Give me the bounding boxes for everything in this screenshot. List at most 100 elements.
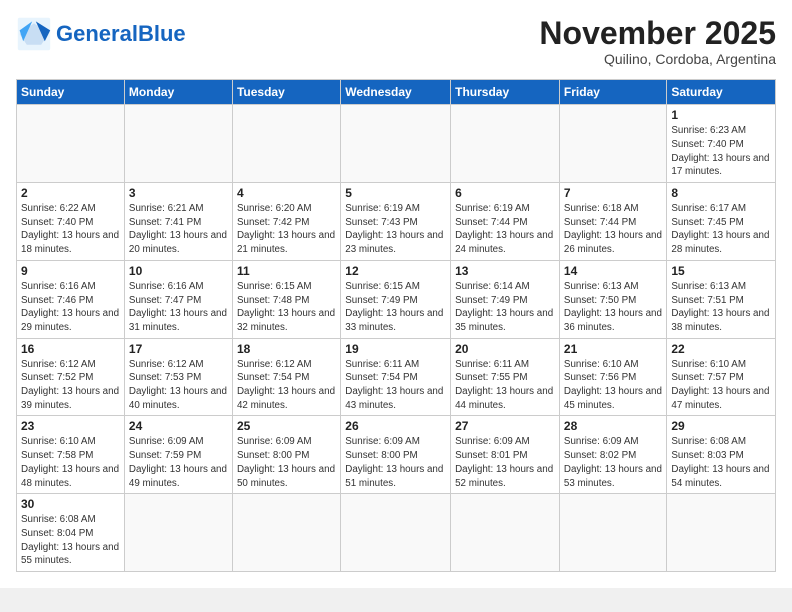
calendar-cell: 9Sunrise: 6:16 AM Sunset: 7:46 PM Daylig…	[17, 260, 125, 338]
day-number: 8	[671, 186, 771, 200]
day-number: 22	[671, 342, 771, 356]
calendar-cell: 2Sunrise: 6:22 AM Sunset: 7:40 PM Daylig…	[17, 183, 125, 261]
calendar-cell	[232, 105, 340, 183]
day-number: 5	[345, 186, 446, 200]
day-number: 18	[237, 342, 336, 356]
day-number: 19	[345, 342, 446, 356]
calendar-cell: 13Sunrise: 6:14 AM Sunset: 7:49 PM Dayli…	[451, 260, 560, 338]
calendar-cell: 6Sunrise: 6:19 AM Sunset: 7:44 PM Daylig…	[451, 183, 560, 261]
calendar-cell: 4 Sunrise: 6:20 AM Sunset: 7:42 PM Daylig…	[232, 183, 340, 261]
day-number: 27	[455, 419, 555, 433]
weekday-header-tuesday: Tuesday	[232, 80, 340, 105]
calendar-cell: 30 Sunrise: 6:08 AM Sunset: 8:04 PM Dayli…	[17, 494, 125, 572]
calendar-table: SundayMondayTuesdayWednesdayThursdayFrid…	[16, 79, 776, 572]
weekday-header-saturday: Saturday	[667, 80, 776, 105]
calendar-cell: 14Sunrise: 6:13 AM Sunset: 7:50 PM Dayli…	[559, 260, 666, 338]
calendar-cell: 7Sunrise: 6:18 AM Sunset: 7:44 PM Daylig…	[559, 183, 666, 261]
day-info: Sunrise: 6:12 AM Sunset: 7:52 PM Dayligh…	[21, 358, 120, 413]
day-info: Sunrise: 6:08 AM Sunset: 8:03 PM Dayligh…	[671, 435, 771, 490]
day-info: Sunrise: 6:13 AM Sunset: 7:51 PM Dayligh…	[671, 280, 771, 335]
calendar-cell: 11 Sunrise: 6:15 AM Sunset: 7:48 PM Dayli…	[232, 260, 340, 338]
day-number: 30	[21, 497, 120, 511]
day-info: Sunrise: 6:10 AM Sunset: 7:56 PM Dayligh…	[564, 358, 662, 413]
calendar-cell: 21Sunrise: 6:10 AM Sunset: 7:56 PM Dayli…	[559, 338, 666, 416]
calendar-week-3: 16Sunrise: 6:12 AM Sunset: 7:52 PM Dayli…	[17, 338, 776, 416]
calendar-week-1: 2Sunrise: 6:22 AM Sunset: 7:40 PM Daylig…	[17, 183, 776, 261]
day-info: Sunrise: 6:12 AM Sunset: 7:54 PM Dayligh…	[237, 358, 336, 413]
day-info: Sunrise: 6:09 AM Sunset: 7:59 PM Dayligh…	[129, 435, 228, 490]
day-number: 20	[455, 342, 555, 356]
day-number: 4	[237, 186, 336, 200]
calendar-cell: 17 Sunrise: 6:12 AM Sunset: 7:53 PM Dayli…	[124, 338, 232, 416]
calendar-cell	[17, 105, 125, 183]
day-number: 11	[237, 264, 336, 278]
day-info: Sunrise: 6:15 AM Sunset: 7:48 PM Dayligh…	[237, 280, 336, 335]
calendar-cell: 16Sunrise: 6:12 AM Sunset: 7:52 PM Dayli…	[17, 338, 125, 416]
calendar-cell	[124, 105, 232, 183]
day-info: Sunrise: 6:21 AM Sunset: 7:41 PM Dayligh…	[129, 202, 228, 257]
calendar-cell	[341, 494, 451, 572]
calendar-cell: 29 Sunrise: 6:08 AM Sunset: 8:03 PM Dayli…	[667, 416, 776, 494]
day-number: 25	[237, 419, 336, 433]
location-subtitle: Quilino, Cordoba, Argentina	[539, 51, 776, 67]
day-number: 17	[129, 342, 228, 356]
day-info: Sunrise: 6:12 AM Sunset: 7:53 PM Dayligh…	[129, 358, 228, 413]
day-info: Sunrise: 6:23 AM Sunset: 7:40 PM Dayligh…	[671, 124, 771, 179]
day-number: 10	[129, 264, 228, 278]
day-number: 12	[345, 264, 446, 278]
day-info: Sunrise: 6:09 AM Sunset: 8:00 PM Dayligh…	[237, 435, 336, 490]
day-number: 9	[21, 264, 120, 278]
calendar-week-0: 1 Sunrise: 6:23 AM Sunset: 7:40 PM Daylig…	[17, 105, 776, 183]
calendar-cell	[341, 105, 451, 183]
logo: GeneralBlue	[16, 16, 186, 52]
weekday-header-monday: Monday	[124, 80, 232, 105]
weekday-header-wednesday: Wednesday	[341, 80, 451, 105]
day-info: Sunrise: 6:10 AM Sunset: 7:57 PM Dayligh…	[671, 358, 771, 413]
logo-general: General	[56, 21, 138, 46]
calendar-cell	[451, 494, 560, 572]
calendar-cell: 27 Sunrise: 6:09 AM Sunset: 8:01 PM Dayli…	[451, 416, 560, 494]
day-info: Sunrise: 6:20 AM Sunset: 7:42 PM Dayligh…	[237, 202, 336, 257]
month-title: November 2025	[539, 16, 776, 51]
day-info: Sunrise: 6:18 AM Sunset: 7:44 PM Dayligh…	[564, 202, 662, 257]
calendar-body: 1 Sunrise: 6:23 AM Sunset: 7:40 PM Daylig…	[17, 105, 776, 572]
day-info: Sunrise: 6:09 AM Sunset: 8:02 PM Dayligh…	[564, 435, 662, 490]
weekday-header-row: SundayMondayTuesdayWednesdayThursdayFrid…	[17, 80, 776, 105]
calendar-week-4: 23 Sunrise: 6:10 AM Sunset: 7:58 PM Dayli…	[17, 416, 776, 494]
logo-icon	[16, 16, 52, 52]
calendar-cell	[232, 494, 340, 572]
calendar-week-5: 30 Sunrise: 6:08 AM Sunset: 8:04 PM Dayli…	[17, 494, 776, 572]
weekday-header-friday: Friday	[559, 80, 666, 105]
calendar-cell: 10 Sunrise: 6:16 AM Sunset: 7:47 PM Dayli…	[124, 260, 232, 338]
title-block: November 2025 Quilino, Cordoba, Argentin…	[539, 16, 776, 67]
calendar-cell: 19 Sunrise: 6:11 AM Sunset: 7:54 PM Dayli…	[341, 338, 451, 416]
calendar-cell	[451, 105, 560, 183]
day-number: 29	[671, 419, 771, 433]
day-info: Sunrise: 6:19 AM Sunset: 7:43 PM Dayligh…	[345, 202, 446, 257]
calendar-cell: 28Sunrise: 6:09 AM Sunset: 8:02 PM Dayli…	[559, 416, 666, 494]
day-info: Sunrise: 6:08 AM Sunset: 8:04 PM Dayligh…	[21, 513, 120, 568]
day-info: Sunrise: 6:10 AM Sunset: 7:58 PM Dayligh…	[21, 435, 120, 490]
day-info: Sunrise: 6:17 AM Sunset: 7:45 PM Dayligh…	[671, 202, 771, 257]
day-info: Sunrise: 6:16 AM Sunset: 7:47 PM Dayligh…	[129, 280, 228, 335]
calendar-cell: 15Sunrise: 6:13 AM Sunset: 7:51 PM Dayli…	[667, 260, 776, 338]
day-number: 3	[129, 186, 228, 200]
weekday-header-thursday: Thursday	[451, 80, 560, 105]
day-info: Sunrise: 6:11 AM Sunset: 7:54 PM Dayligh…	[345, 358, 446, 413]
header: GeneralBlue November 2025 Quilino, Cordo…	[16, 16, 776, 67]
logo-text: GeneralBlue	[56, 22, 186, 46]
day-info: Sunrise: 6:09 AM Sunset: 8:01 PM Dayligh…	[455, 435, 555, 490]
calendar-cell: 12Sunrise: 6:15 AM Sunset: 7:49 PM Dayli…	[341, 260, 451, 338]
calendar-week-2: 9Sunrise: 6:16 AM Sunset: 7:46 PM Daylig…	[17, 260, 776, 338]
day-number: 6	[455, 186, 555, 200]
calendar-cell: 22 Sunrise: 6:10 AM Sunset: 7:57 PM Dayli…	[667, 338, 776, 416]
calendar-cell	[559, 494, 666, 572]
calendar-cell: 18 Sunrise: 6:12 AM Sunset: 7:54 PM Dayli…	[232, 338, 340, 416]
calendar-cell: 5 Sunrise: 6:19 AM Sunset: 7:43 PM Daylig…	[341, 183, 451, 261]
day-number: 1	[671, 108, 771, 122]
calendar-cell: 20Sunrise: 6:11 AM Sunset: 7:55 PM Dayli…	[451, 338, 560, 416]
day-number: 13	[455, 264, 555, 278]
day-number: 24	[129, 419, 228, 433]
day-number: 23	[21, 419, 120, 433]
day-number: 14	[564, 264, 662, 278]
